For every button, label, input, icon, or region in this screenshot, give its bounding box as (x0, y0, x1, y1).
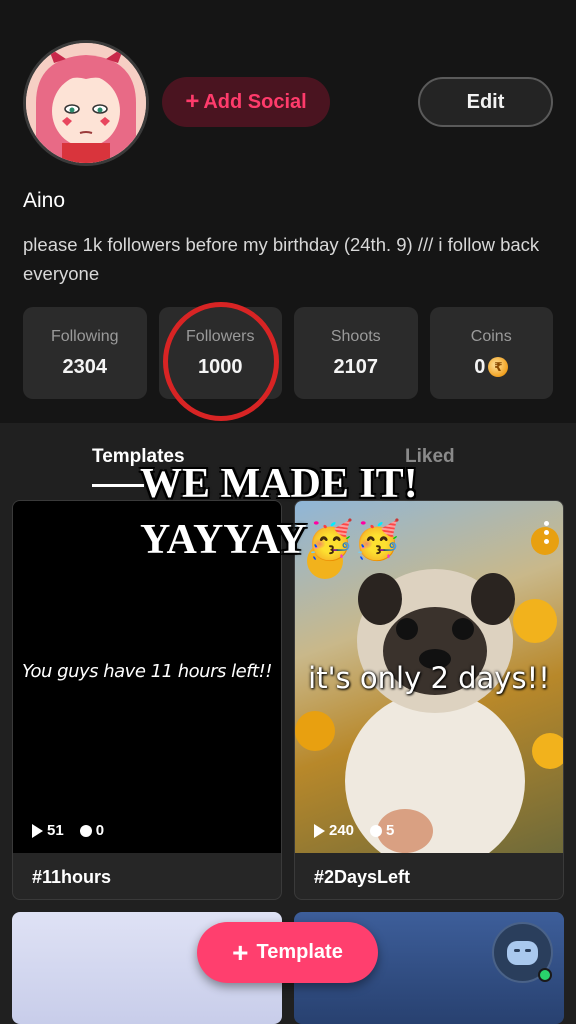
profile-bio: please 1k followers before my birthday (… (23, 234, 540, 284)
comments-count: 0 (95, 822, 105, 839)
template-card-11hours[interactable]: You guys have 11 hours left!! 51 0 #11ho… (12, 500, 282, 900)
bot-eye (525, 949, 531, 952)
stat-following[interactable]: Following 2304 (23, 307, 147, 399)
username: Aino (23, 189, 66, 212)
stat-value: 2107 (333, 355, 379, 378)
avatar[interactable] (23, 40, 149, 166)
comments-metric: 5 (370, 822, 394, 839)
card-thumbnail: You guys have 11 hours left!! 51 0 (13, 501, 281, 853)
comment-icon (370, 824, 383, 837)
card-caption: #11hours (32, 867, 112, 887)
template-card-2daysleft[interactable]: it's only 2 days!! 240 5 #2DaysLeft (294, 500, 564, 900)
create-template-label: Template (256, 941, 343, 963)
bot-face (507, 941, 538, 965)
play-icon (314, 823, 325, 838)
coin-icon: ₹ (488, 357, 509, 377)
bot-eye (514, 949, 520, 952)
card-overlay-text: You guys have 11 hours left!! (22, 661, 273, 682)
coins-value: 0 (474, 355, 486, 378)
plays-count: 51 (47, 822, 64, 839)
stat-label: Followers (186, 327, 255, 345)
comments-count: 5 (386, 822, 395, 839)
stat-shoots[interactable]: Shoots 2107 (294, 307, 418, 399)
plays-metric: 51 (32, 822, 64, 839)
stat-value: 2304 (62, 355, 108, 378)
card-metrics: 51 0 (32, 822, 104, 839)
create-template-button[interactable]: + Template (197, 922, 378, 983)
play-icon (32, 823, 43, 838)
plus-icon: + (185, 88, 200, 115)
stat-label: Coins (470, 327, 512, 345)
add-social-label: Add Social (203, 90, 307, 113)
assistant-bot-icon[interactable] (492, 922, 553, 983)
stat-followers[interactable]: Followers 1000 (158, 307, 282, 399)
card-overlay-text: it's only 2 days!! (308, 661, 550, 695)
plays-metric: 240 (314, 822, 354, 839)
stat-value-row: 0 ₹ (474, 355, 509, 379)
comment-icon (79, 824, 92, 837)
edit-label: Edit (466, 90, 505, 113)
edit-profile-button[interactable]: Edit (418, 77, 553, 127)
card-caption: #2DaysLeft (314, 867, 411, 887)
stat-label: Shoots (330, 327, 381, 345)
stat-coins[interactable]: Coins 0 ₹ (429, 307, 553, 399)
comments-metric: 0 (79, 822, 105, 839)
stat-value: 1000 (198, 355, 243, 378)
card-thumbnail: it's only 2 days!! 240 5 (295, 501, 563, 853)
avatar-image (26, 43, 146, 163)
tab-liked[interactable]: Liked (405, 446, 455, 468)
more-icon[interactable] (544, 521, 549, 544)
tab-templates[interactable]: Templates (92, 446, 185, 468)
plays-count: 240 (329, 822, 355, 839)
active-tab-indicator (92, 484, 144, 487)
online-status-dot (538, 968, 552, 982)
add-social-button[interactable]: + Add Social (162, 77, 330, 127)
card-metrics: 240 5 (314, 822, 394, 839)
plus-icon: + (232, 936, 249, 968)
stat-label: Following (50, 327, 119, 345)
profile-stats: Following 2304 Followers 1000 Shoots 210… (23, 307, 553, 399)
